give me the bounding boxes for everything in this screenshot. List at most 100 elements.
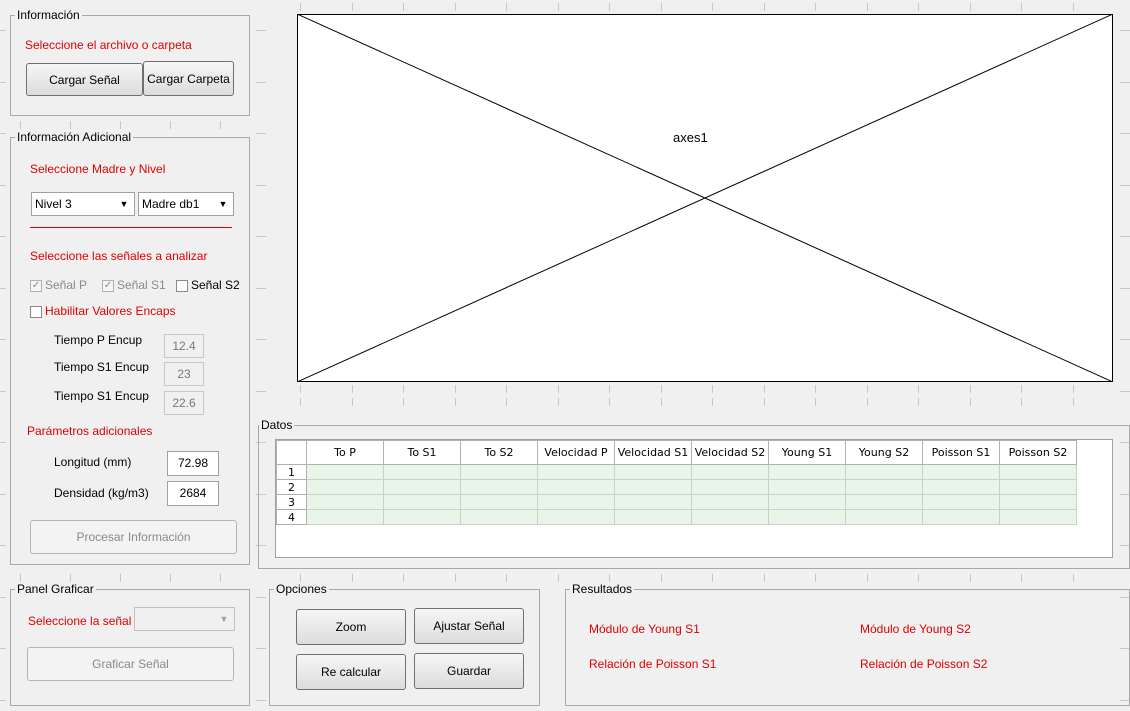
table-cell[interactable] <box>999 479 1077 495</box>
grid-tick <box>506 3 507 11</box>
table-cell[interactable] <box>768 464 846 480</box>
table-cell[interactable] <box>845 509 923 525</box>
tiempo-s2-field[interactable]: 22.6 <box>164 391 204 415</box>
table-cell[interactable] <box>460 464 538 480</box>
table-row-header: 4 <box>276 509 307 525</box>
table-cell[interactable] <box>845 494 923 510</box>
tiempo-p-label: Tiempo P Encup <box>54 333 143 347</box>
table-cell[interactable] <box>768 509 846 525</box>
table-cell[interactable] <box>999 509 1077 525</box>
table-row: 1 <box>276 464 1077 480</box>
table-cell[interactable] <box>922 464 1000 480</box>
table-cell[interactable] <box>306 494 384 510</box>
signal-select[interactable]: ▼ <box>134 607 235 631</box>
table-cell[interactable] <box>614 479 692 495</box>
table-cell[interactable] <box>614 464 692 480</box>
tiempo-s1-field[interactable]: 23 <box>164 362 204 386</box>
table-cell[interactable] <box>383 464 461 480</box>
table-cell[interactable] <box>691 464 769 480</box>
table-cell[interactable] <box>999 464 1077 480</box>
load-signal-button[interactable]: Cargar Señal <box>26 63 143 96</box>
table-cell[interactable] <box>537 479 615 495</box>
grid-tick <box>1120 391 1130 392</box>
tiempo-s1-label: Tiempo S1 Encup <box>54 360 149 374</box>
table-cell[interactable] <box>460 494 538 510</box>
table-cell[interactable] <box>922 509 1000 525</box>
table-cell[interactable] <box>691 479 769 495</box>
grid-tick <box>558 574 559 582</box>
grid-tick <box>220 574 221 582</box>
densidad-field[interactable]: 2684 <box>167 481 219 506</box>
madre-select[interactable]: Madre db1 ▼ <box>138 192 234 216</box>
table-row: 3 <box>276 494 1077 510</box>
informacion-adicional-panel: Información Adicional Seleccione Madre y… <box>10 130 250 565</box>
table-cell[interactable] <box>845 464 923 480</box>
table-cell[interactable] <box>845 479 923 495</box>
grid-tick <box>558 3 559 11</box>
longitud-field[interactable]: 72.98 <box>167 451 219 476</box>
table-cell[interactable] <box>614 509 692 525</box>
grid-tick <box>256 597 266 598</box>
table-cell[interactable] <box>614 494 692 510</box>
grid-tick <box>256 185 266 186</box>
table-cell[interactable] <box>306 479 384 495</box>
grid-tick <box>609 574 610 582</box>
table-cell[interactable] <box>460 509 538 525</box>
table-cell[interactable] <box>922 494 1000 510</box>
grid-tick <box>712 398 713 406</box>
table-cell[interactable] <box>691 494 769 510</box>
table-cell[interactable] <box>999 494 1077 510</box>
axes-area[interactable]: axes1 <box>297 14 1113 382</box>
grid-tick <box>1120 236 1130 237</box>
red-divider <box>30 227 232 228</box>
nivel-select[interactable]: Nivel 3 ▼ <box>31 192 135 216</box>
grid-tick <box>256 700 266 701</box>
grid-tick <box>352 574 353 582</box>
table-cell[interactable] <box>922 479 1000 495</box>
table-cell[interactable] <box>383 494 461 510</box>
table-cell[interactable] <box>306 509 384 525</box>
table-cell[interactable] <box>537 494 615 510</box>
signal-s1-checkbox[interactable]: ✓ <box>102 280 114 292</box>
table-cell[interactable] <box>537 464 615 480</box>
grid-tick <box>867 398 868 406</box>
adjust-signal-button[interactable]: Ajustar Señal <box>414 608 524 644</box>
table-column-header: Velocidad P <box>537 440 615 465</box>
grid-tick <box>661 3 662 11</box>
signal-p-checkbox[interactable]: ✓ <box>30 280 42 292</box>
grid-tick <box>609 385 610 393</box>
grid-tick <box>455 385 456 393</box>
table-cell[interactable] <box>383 509 461 525</box>
grid-tick <box>0 494 6 495</box>
table-cell[interactable] <box>383 479 461 495</box>
resultados-panel-title: Resultados <box>570 582 635 596</box>
tiempo-p-field[interactable]: 12.4 <box>164 334 204 358</box>
grid-tick <box>455 398 456 406</box>
grid-tick <box>256 133 266 134</box>
table-cell[interactable] <box>537 509 615 525</box>
table-cell[interactable] <box>691 509 769 525</box>
table-cell[interactable] <box>768 494 846 510</box>
grid-tick <box>661 574 662 582</box>
table-row: 4 <box>276 509 1077 525</box>
grid-tick <box>661 398 662 406</box>
informacion-instruction: Seleccione el archivo o carpeta <box>25 38 192 52</box>
table-cell[interactable] <box>460 479 538 495</box>
save-button[interactable]: Guardar <box>414 653 524 689</box>
grid-tick <box>0 648 6 649</box>
table-cell[interactable] <box>306 464 384 480</box>
enable-encaps-checkbox[interactable] <box>30 306 42 318</box>
data-table[interactable]: To P To S1 To S2 Velocidad P Velocidad S1 Vel… <box>276 440 1077 525</box>
recalculate-button[interactable]: Re calcular <box>296 654 406 690</box>
table-column-header: To S2 <box>460 440 538 465</box>
grid-tick <box>764 574 765 582</box>
grid-tick <box>0 391 6 392</box>
grid-tick <box>506 574 507 582</box>
zoom-button[interactable]: Zoom <box>296 609 406 645</box>
process-information-button[interactable]: Procesar Información <box>30 520 237 554</box>
table-cell[interactable] <box>768 479 846 495</box>
load-folder-button[interactable]: Cargar Carpeta <box>143 61 234 96</box>
graph-signal-button[interactable]: Graficar Señal <box>27 647 234 681</box>
poisson-s1-result: Relación de Poisson S1 <box>589 657 717 671</box>
signal-s2-checkbox[interactable] <box>176 280 188 292</box>
